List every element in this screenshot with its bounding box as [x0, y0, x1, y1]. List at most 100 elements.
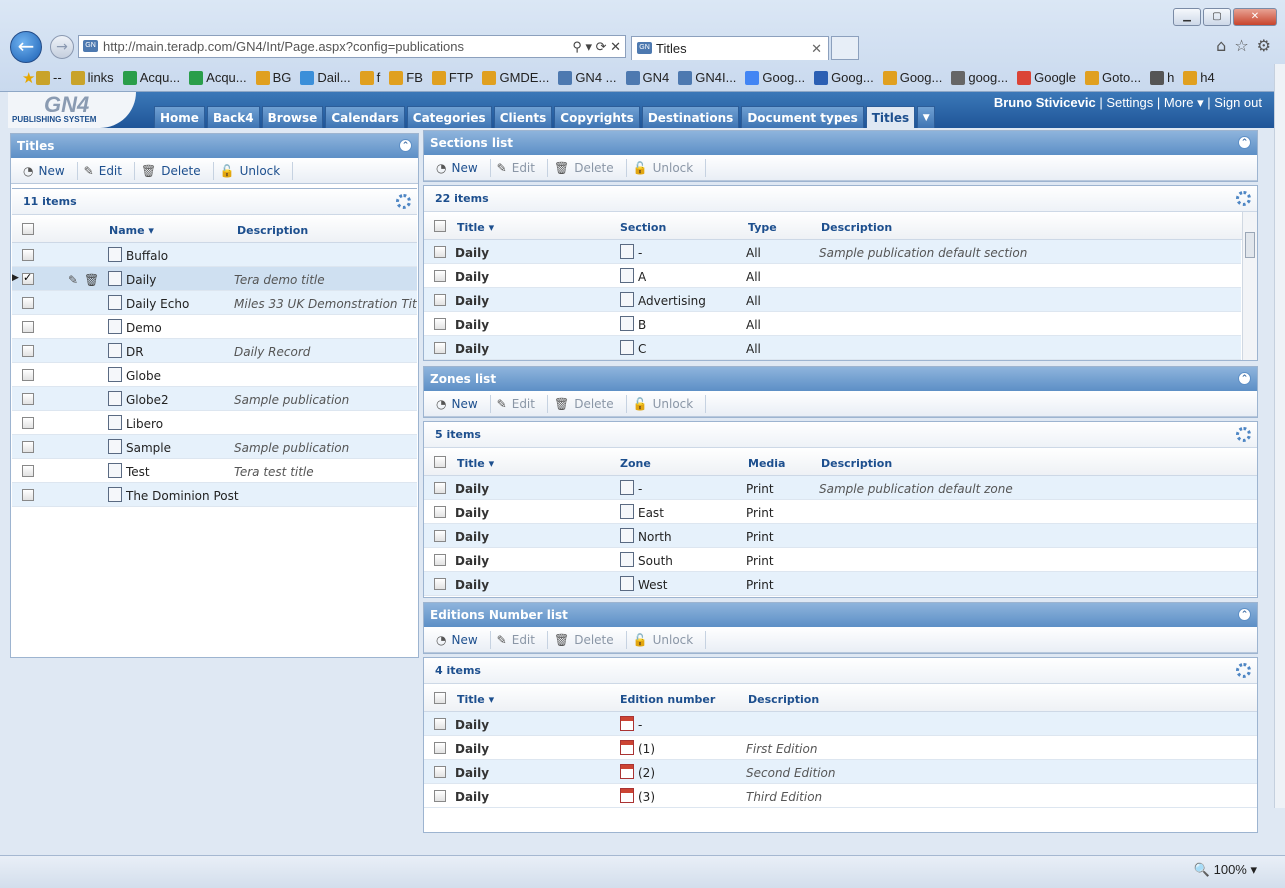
favorite-item[interactable]: links: [70, 70, 114, 85]
collapse-icon[interactable]: ⌃: [1238, 608, 1251, 621]
settings-link[interactable]: Settings: [1106, 95, 1153, 110]
nav-tab-browse[interactable]: Browse: [261, 106, 324, 128]
nav-tab-clients[interactable]: Clients: [493, 106, 553, 128]
refresh-icon[interactable]: [1236, 191, 1251, 206]
sign-out-link[interactable]: Sign out: [1214, 95, 1262, 110]
collapse-icon[interactable]: ⌃: [1238, 136, 1251, 149]
more-menu[interactable]: More: [1164, 95, 1194, 110]
table-row[interactable]: Daily (2) Second Edition: [424, 760, 1257, 784]
nav-tab-copyrights[interactable]: Copyrights: [554, 106, 640, 128]
row-checkbox[interactable]: [434, 342, 446, 354]
media-column-header[interactable]: Media: [748, 457, 785, 470]
nav-tab-back4[interactable]: Back4: [206, 106, 260, 128]
select-all-checkbox[interactable]: [434, 692, 446, 704]
nav-tab-document-types[interactable]: Document types: [741, 106, 864, 128]
new-button[interactable]: ◔ New: [17, 161, 78, 180]
edit-button[interactable]: ✎ Edit: [491, 394, 548, 413]
description-column-header[interactable]: Description: [821, 221, 892, 234]
row-checkbox[interactable]: [434, 718, 446, 730]
favorite-item[interactable]: Google: [1017, 70, 1076, 85]
section-column-header[interactable]: Section: [620, 221, 666, 234]
description-column-header[interactable]: Description: [748, 693, 819, 706]
table-row[interactable]: The Dominion Post: [12, 483, 417, 507]
favorite-item[interactable]: GN4 ...: [558, 70, 617, 85]
table-row[interactable]: Libero: [12, 411, 417, 435]
table-row[interactable]: Daily A All: [424, 264, 1241, 288]
type-column-header[interactable]: Type: [748, 221, 777, 234]
unlock-button[interactable]: 🔓 Unlock: [627, 394, 707, 413]
unlock-button[interactable]: 🔓 Unlock: [214, 161, 294, 180]
favorite-item[interactable]: Acqu...: [122, 70, 180, 85]
row-checkbox[interactable]: [434, 482, 446, 494]
row-checkbox[interactable]: [22, 465, 34, 477]
table-row[interactable]: Globe: [12, 363, 417, 387]
edit-button[interactable]: ✎ Edit: [78, 161, 135, 180]
browser-tab[interactable]: GN Titles ✕: [631, 36, 829, 60]
delete-button[interactable]: 🗑 Delete: [135, 161, 214, 180]
favorite-item[interactable]: GN4: [625, 70, 669, 85]
row-edit-icon[interactable]: ✎: [68, 273, 78, 287]
select-all-checkbox[interactable]: [434, 456, 446, 468]
forward-button[interactable]: →: [50, 35, 74, 59]
row-checkbox[interactable]: [434, 578, 446, 590]
row-checkbox[interactable]: [22, 441, 34, 453]
row-checkbox[interactable]: [434, 766, 446, 778]
refresh-icon[interactable]: [1236, 663, 1251, 678]
row-checkbox[interactable]: [22, 297, 34, 309]
nav-tab-calendars[interactable]: Calendars: [325, 106, 405, 128]
select-all-checkbox[interactable]: [22, 223, 34, 235]
row-checkbox[interactable]: [22, 393, 34, 405]
delete-button[interactable]: 🗑 Delete: [548, 394, 627, 413]
table-row[interactable]: Daily (3) Third Edition: [424, 784, 1257, 808]
favorite-item[interactable]: Goog...: [745, 70, 805, 85]
delete-button[interactable]: 🗑 Delete: [548, 158, 627, 177]
table-row[interactable]: Buffalo: [12, 243, 417, 267]
unlock-button[interactable]: 🔓 Unlock: [627, 158, 707, 177]
row-checkbox[interactable]: [22, 321, 34, 333]
favorites-icon[interactable]: ★: [22, 69, 35, 87]
nav-more-icon[interactable]: ▼: [917, 106, 936, 128]
table-row[interactable]: Demo: [12, 315, 417, 339]
row-checkbox[interactable]: [22, 249, 34, 261]
row-checkbox[interactable]: [434, 318, 446, 330]
favorite-item[interactable]: Dail...: [300, 70, 351, 85]
select-all-checkbox[interactable]: [434, 220, 446, 232]
zoom-level[interactable]: 🔍 100% ▾: [1194, 862, 1257, 878]
favorite-item[interactable]: f: [359, 70, 380, 85]
row-checkbox[interactable]: [22, 345, 34, 357]
favorite-item[interactable]: BG: [255, 70, 291, 85]
zone-column-header[interactable]: Zone: [620, 457, 651, 470]
row-checkbox[interactable]: [22, 271, 34, 285]
row-checkbox[interactable]: [22, 417, 34, 429]
nav-tab-home[interactable]: Home: [154, 106, 205, 128]
maximize-button[interactable]: ▢: [1203, 8, 1231, 26]
row-checkbox[interactable]: [434, 742, 446, 754]
table-row[interactable]: Globe2 Sample publication: [12, 387, 417, 411]
table-row[interactable]: Daily - All Sample publication default sect…: [424, 240, 1241, 264]
home-icon[interactable]: ⌂: [1216, 36, 1226, 55]
title-column-header[interactable]: Title ▾: [457, 693, 494, 706]
collapse-icon[interactable]: ⌃: [399, 139, 412, 152]
address-controls[interactable]: ⚲ ▾ ⟳ ✕: [572, 36, 621, 57]
description-column-header[interactable]: Description: [821, 457, 892, 470]
row-checkbox[interactable]: [434, 506, 446, 518]
unlock-button[interactable]: 🔓 Unlock: [627, 630, 707, 649]
row-checkbox[interactable]: [434, 270, 446, 282]
table-row[interactable]: Daily West Print: [424, 572, 1257, 596]
row-checkbox[interactable]: [434, 790, 446, 802]
new-button[interactable]: ◔ New: [430, 394, 491, 413]
favorite-item[interactable]: h4: [1183, 70, 1215, 85]
edit-button[interactable]: ✎ Edit: [491, 158, 548, 177]
row-delete-icon[interactable]: 🗑: [84, 273, 99, 287]
row-checkbox[interactable]: [434, 554, 446, 566]
gear-icon[interactable]: ⚙: [1257, 36, 1271, 55]
sections-scrollbar[interactable]: [1242, 212, 1257, 360]
row-checkbox[interactable]: [22, 489, 34, 501]
minimize-button[interactable]: ▁: [1173, 8, 1201, 26]
row-checkbox[interactable]: [22, 369, 34, 381]
table-row[interactable]: Daily C All: [424, 336, 1241, 360]
table-row[interactable]: ▶ ✎ 🗑 Daily Tera demo title: [12, 267, 417, 291]
table-row[interactable]: Test Tera test title: [12, 459, 417, 483]
new-button[interactable]: ◔ New: [430, 630, 491, 649]
row-checkbox[interactable]: [434, 294, 446, 306]
